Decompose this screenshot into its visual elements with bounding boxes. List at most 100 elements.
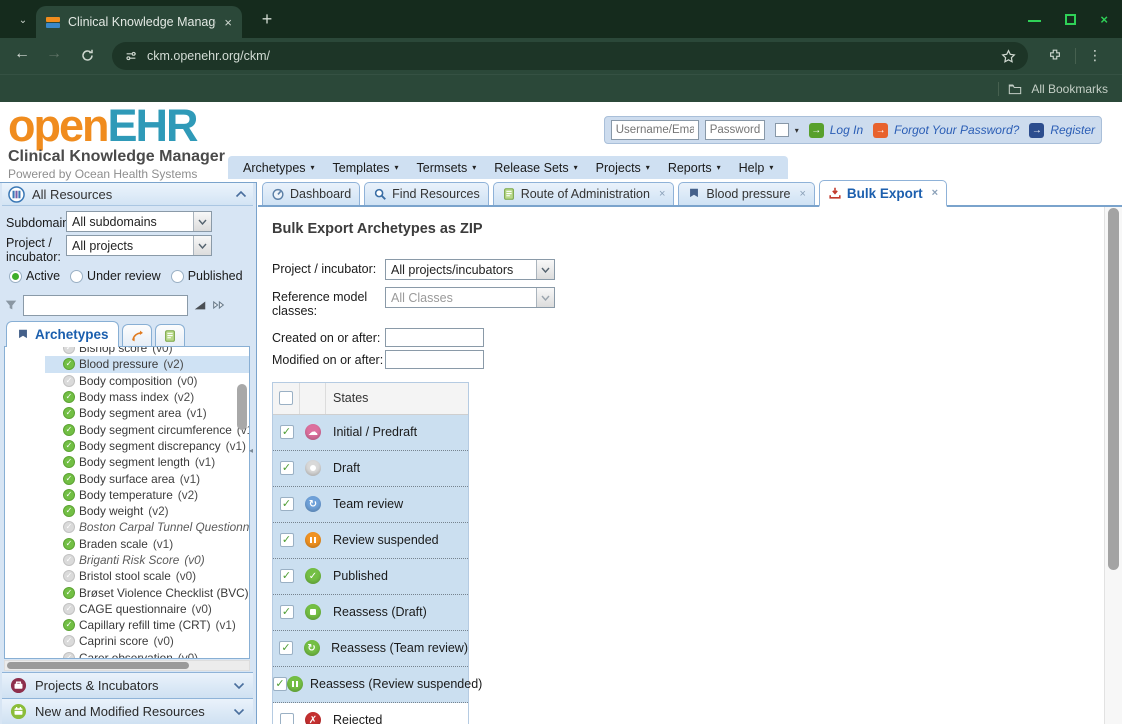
minimize-icon[interactable] [1028,20,1041,22]
archetype-item[interactable]: ✓Body temperature(v2) [45,487,249,503]
radio-under-review[interactable]: Under review [70,269,161,283]
sidebar-collapse-handle[interactable]: ◂ [249,446,253,455]
archetype-item[interactable]: ✓Body segment circumference(v1) [45,421,249,437]
archetype-item[interactable]: ✓Bristol stool scale(v0) [45,568,249,584]
state-row-initial-predraft[interactable]: ✓☁Initial / Predraft [273,415,468,451]
archetype-item[interactable]: ✓Bishop score(v0) [45,346,249,356]
log-in-link[interactable]: Log In [830,123,863,137]
collapse-chevron-up-icon[interactable] [235,190,247,198]
filter-input[interactable] [23,295,188,316]
state-row-published[interactable]: ✓✓Published [273,559,468,595]
log-in-arrow-icon[interactable]: → [809,123,824,138]
modified-after-input[interactable] [385,350,484,369]
list-vertical-scrollbar[interactable] [237,384,247,430]
archetype-item[interactable]: ✓CAGE questionnaire(v0) [45,601,249,617]
menu-archetypes[interactable]: Archetypes▾ [234,161,324,175]
tab-dashboard[interactable]: Dashboard [262,182,360,205]
archetype-item[interactable]: ✓Body segment discrepancy(v1) [45,438,249,454]
login-options-caret-icon[interactable]: ▾ [795,126,799,135]
state-row-rejected[interactable]: ✗Rejected [273,703,468,724]
tab-bulk-export[interactable]: Bulk Export× [819,180,947,207]
archetype-item[interactable]: ✓Body mass index(v2) [45,389,249,405]
close-tab-icon[interactable]: × [932,187,938,199]
browser-menu-icon[interactable]: ⋮ [1088,47,1102,64]
archetype-item[interactable]: ✓Brøset Violence Checklist (BVC)(v1) [45,584,249,600]
tab-find-resources[interactable]: Find Resources [364,182,489,205]
menu-reports[interactable]: Reports▾ [659,161,730,175]
list-horizontal-scrollbar-thumb[interactable] [7,662,189,669]
archetype-item[interactable]: ✓Body segment area(v1) [45,405,249,421]
row-checkbox[interactable]: ✓ [280,497,294,511]
browser-tab[interactable]: Clinical Knowledge Manager × [36,6,242,38]
tab-search-chevron-icon[interactable]: ⌄ [12,9,34,31]
register-link[interactable]: Register [1050,123,1095,137]
section-new-modified-resources[interactable]: New and Modified Resources [2,698,253,724]
forgot-password-link[interactable]: Forgot Your Password? [894,123,1019,137]
list-horizontal-scrollbar-track[interactable] [4,660,250,671]
all-resources-header[interactable]: All Resources [2,183,253,206]
forgot-password-arrow-icon[interactable]: → [873,123,888,138]
subdomain-select[interactable]: All subdomains [66,211,212,232]
back-icon[interactable]: ← [14,46,30,62]
created-after-input[interactable] [385,328,484,347]
row-checkbox[interactable]: ✓ [280,605,294,619]
archetype-item[interactable]: ✓Boston Carpal Tunnel Questionnaire . [45,519,249,535]
section-projects-incubators[interactable]: Projects & Incubators [2,672,253,698]
state-row-reassess-team-review[interactable]: ✓↻Reassess (Team review) [273,631,468,667]
openehr-logo[interactable]: openEHR [8,103,197,148]
row-checkbox[interactable] [280,713,294,724]
close-tab-icon[interactable]: × [659,188,665,200]
password-field[interactable] [705,120,765,140]
archetype-item[interactable]: ✓Braden scale(v1) [45,536,249,552]
tab-route-of-administration[interactable]: Route of Administration× [493,182,675,205]
radio-active[interactable]: Active [9,269,60,283]
row-checkbox[interactable]: ✓ [279,641,293,655]
row-checkbox[interactable]: ✓ [280,425,294,439]
expand-chevron-down-icon[interactable] [233,682,245,690]
maximize-icon[interactable] [1065,14,1076,25]
remember-me-checkbox[interactable] [775,123,789,137]
subdomain-select-arrow-icon[interactable] [193,212,211,231]
menu-help[interactable]: Help▾ [730,161,783,175]
tab-archetypes[interactable]: Archetypes [6,321,119,347]
archetype-item[interactable]: ✓Carer observation(v0) [45,650,249,659]
new-tab-button[interactable]: + [256,8,278,30]
project-select-arrow-icon[interactable] [193,236,211,255]
archetype-item[interactable]: ✓Body surface area(v1) [45,470,249,486]
state-row-reassess-review-suspended[interactable]: ✓Reassess (Review suspended) [273,667,468,703]
apply-filter-icon[interactable] [193,298,207,312]
radio-published[interactable]: Published [171,269,243,283]
bookmark-star-icon[interactable] [1001,49,1016,64]
menu-projects[interactable]: Projects▾ [587,161,659,175]
main-vertical-scrollbar[interactable] [1104,207,1122,724]
archetype-item[interactable]: ✓Body segment length(v1) [45,454,249,470]
reload-icon[interactable] [80,48,95,63]
menu-release-sets[interactable]: Release Sets▾ [485,161,586,175]
url-text[interactable]: ckm.openehr.org/ckm/ [147,49,992,63]
close-tab-icon[interactable]: × [224,16,232,29]
tab-blood-pressure[interactable]: Blood pressure× [678,182,815,205]
menu-templates[interactable]: Templates▾ [324,161,408,175]
archetype-item[interactable]: ✓Blood pressure(v2) [45,356,249,372]
project-incubator-select[interactable]: All projects/incubators [385,259,555,280]
menu-termsets[interactable]: Termsets▾ [408,161,486,175]
project-select[interactable]: All projects [66,235,212,256]
address-bar[interactable]: ckm.openehr.org/ckm/ [112,42,1028,70]
register-arrow-icon[interactable]: → [1029,123,1044,138]
tab-templates[interactable] [122,324,152,346]
archetype-item[interactable]: ✓Caprini score(v0) [45,633,249,649]
state-row-review-suspended[interactable]: ✓Review suspended [273,523,468,559]
site-info-icon[interactable] [124,49,138,63]
state-row-team-review[interactable]: ✓↻Team review [273,487,468,523]
row-checkbox[interactable]: ✓ [280,569,294,583]
close-window-icon[interactable]: × [1100,13,1108,26]
skip-filter-icon[interactable] [211,298,226,312]
row-checkbox[interactable]: ✓ [280,533,294,547]
row-checkbox[interactable]: ✓ [273,677,287,691]
select-all-checkbox[interactable] [279,391,293,405]
all-bookmarks-button[interactable]: All Bookmarks [1031,82,1108,96]
expand-chevron-down-icon[interactable] [233,708,245,716]
select-arrow-icon[interactable] [536,260,554,279]
archetype-item[interactable]: ✓Body composition(v0) [45,373,249,389]
row-checkbox[interactable]: ✓ [280,461,294,475]
